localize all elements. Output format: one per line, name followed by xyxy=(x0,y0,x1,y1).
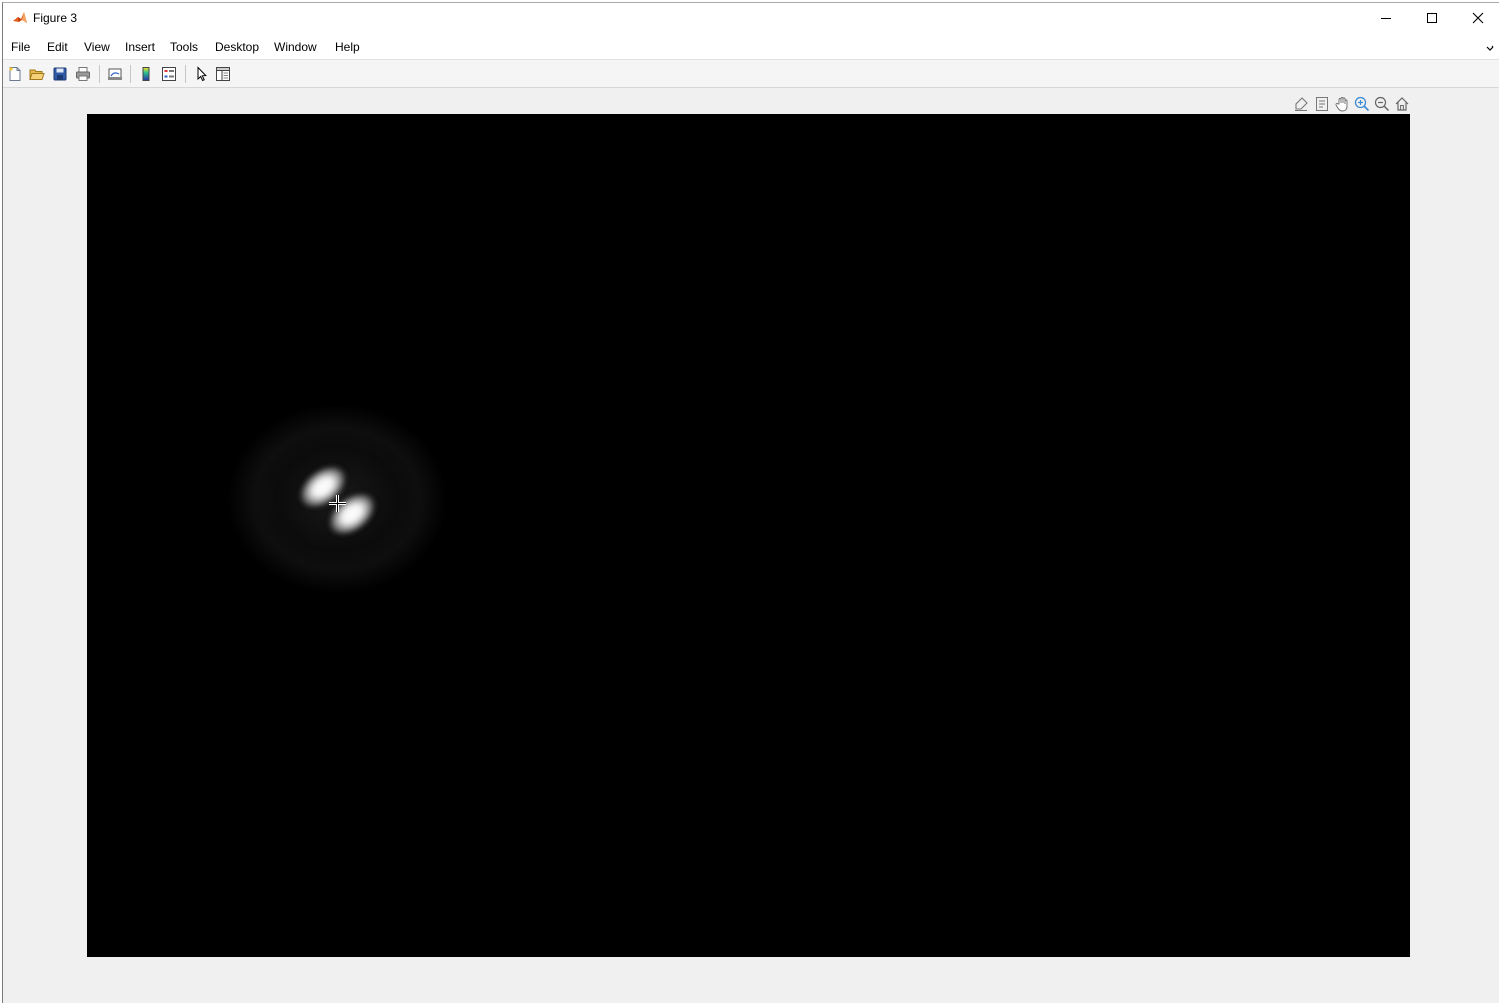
menu-help[interactable]: Help xyxy=(335,40,360,54)
intensity-image xyxy=(87,114,1410,957)
print-button[interactable] xyxy=(73,64,93,84)
data-tips-button[interactable] xyxy=(1312,94,1332,114)
insert-legend-icon xyxy=(162,67,176,81)
link-plot-button[interactable] xyxy=(105,64,125,84)
toolbar-separator xyxy=(99,65,100,83)
minimize-button[interactable] xyxy=(1363,3,1409,33)
menu-insert[interactable]: Insert xyxy=(125,40,155,54)
open-file-button[interactable] xyxy=(27,64,47,84)
collapse-toolstrip-icon[interactable] xyxy=(1485,42,1495,52)
menu-bar: File Edit View Insert Tools Desktop Wind… xyxy=(3,33,1499,60)
title-bar[interactable]: Figure 3 xyxy=(3,3,1499,33)
matlab-icon xyxy=(12,10,28,26)
menu-desktop[interactable]: Desktop xyxy=(215,40,259,54)
menu-tools[interactable]: Tools xyxy=(170,40,198,54)
print-icon xyxy=(76,67,90,81)
save-icon xyxy=(53,67,67,81)
menu-view[interactable]: View xyxy=(84,40,110,54)
close-icon xyxy=(1472,12,1484,24)
zoom-out-icon xyxy=(1374,96,1390,112)
insert-colorbar-icon xyxy=(142,67,150,81)
pan-icon xyxy=(1335,97,1348,112)
menu-window[interactable]: Window xyxy=(274,40,317,54)
minimize-icon xyxy=(1381,18,1391,19)
maximize-button[interactable] xyxy=(1409,3,1455,33)
insert-legend-button[interactable] xyxy=(159,64,179,84)
link-plot-icon xyxy=(108,68,122,80)
property-inspector-button[interactable] xyxy=(213,64,233,84)
brush-icon xyxy=(1295,97,1308,111)
save-button[interactable] xyxy=(50,64,70,84)
toolbar-separator xyxy=(130,65,131,83)
toolbar-separator xyxy=(185,65,186,83)
brush-button[interactable] xyxy=(1291,94,1311,114)
window-edge xyxy=(0,935,2,965)
axes-toolbar xyxy=(1290,94,1414,114)
zoom-in-icon xyxy=(1354,96,1370,112)
image-axes[interactable] xyxy=(87,114,1410,957)
close-button[interactable] xyxy=(1455,3,1499,33)
open-file-icon xyxy=(29,69,45,80)
restore-view-button[interactable] xyxy=(1392,94,1412,114)
edit-plot-button[interactable] xyxy=(191,64,211,84)
menu-edit[interactable]: Edit xyxy=(47,40,68,54)
restore-view-icon xyxy=(1395,97,1409,111)
zoom-in-button[interactable] xyxy=(1352,94,1372,114)
maximize-icon xyxy=(1427,13,1437,23)
zoom-out-button[interactable] xyxy=(1372,94,1392,114)
crosshair-icon xyxy=(329,495,346,512)
new-figure-button[interactable] xyxy=(5,64,25,84)
menu-file[interactable]: File xyxy=(11,40,30,54)
data-tips-icon xyxy=(1316,97,1328,111)
insert-colorbar-button[interactable] xyxy=(136,64,156,84)
property-inspector-icon xyxy=(216,67,230,81)
figure-toolbar xyxy=(3,60,1499,88)
window-title: Figure 3 xyxy=(33,11,78,25)
pan-button[interactable] xyxy=(1332,94,1352,114)
new-figure-icon xyxy=(9,67,21,81)
edit-plot-icon xyxy=(197,66,207,82)
